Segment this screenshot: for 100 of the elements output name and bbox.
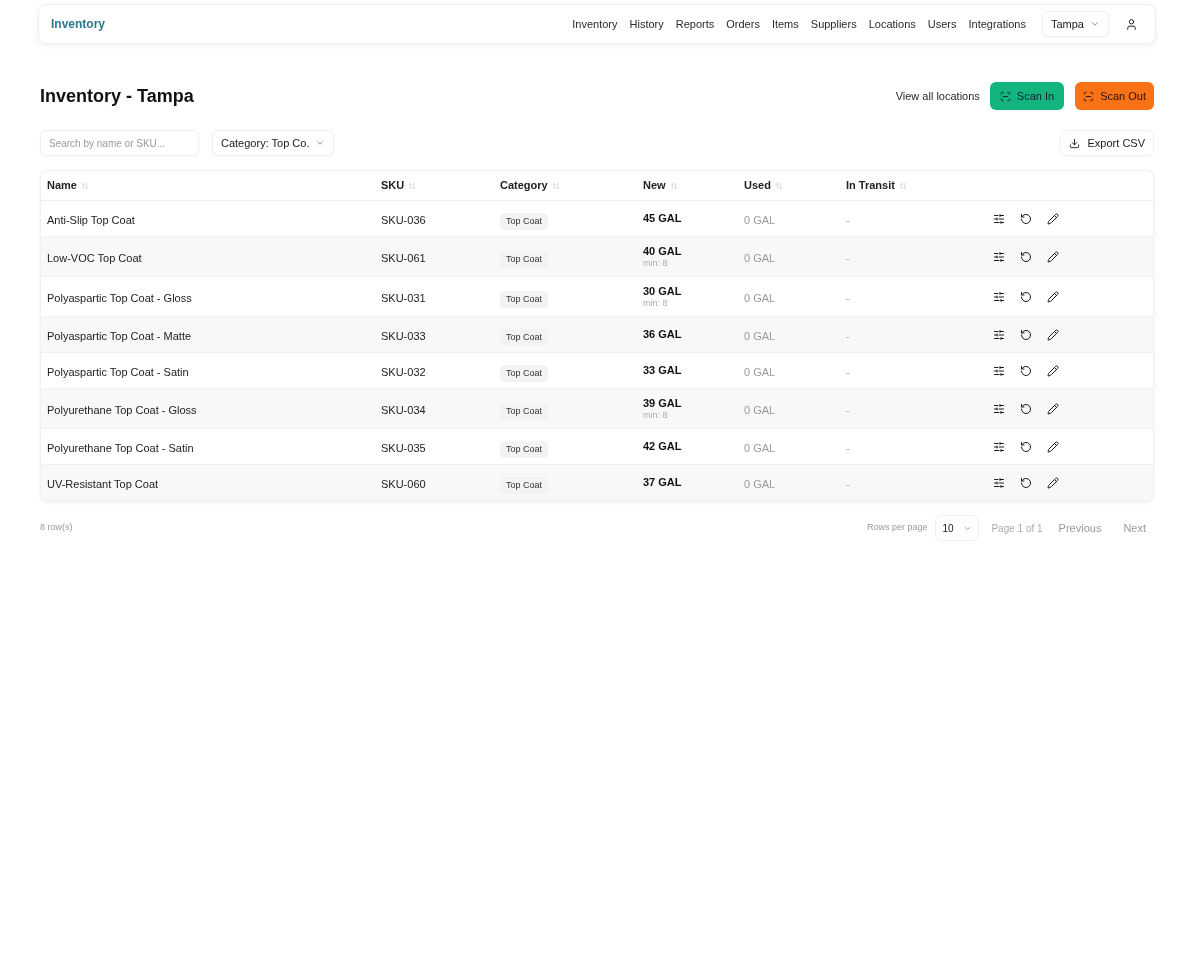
used-quantity-cell: 0 GAL [744, 441, 776, 454]
chevron-down-icon [315, 138, 326, 148]
rotate-icon [1019, 476, 1032, 489]
column-header[interactable]: Category [500, 177, 548, 194]
in-transit-cell: - [846, 329, 850, 342]
nav-link[interactable]: Integrations [968, 15, 1026, 33]
location-select[interactable]: Tampa [1041, 11, 1109, 37]
edit-button[interactable] [1046, 290, 1059, 303]
rotate-icon [1019, 328, 1032, 341]
sku-cell: SKU-036 [381, 213, 426, 226]
minimum-quantity-text: min: 8 [643, 257, 668, 269]
new-quantity-cell: 39 GAL [643, 396, 682, 410]
nav-link[interactable]: Reports [675, 15, 715, 33]
item-name-cell: UV-Resistant Top Coat [47, 477, 159, 490]
used-quantity-cell: 0 GAL [744, 213, 776, 226]
category-filter-select[interactable]: Category: Top Co. [212, 130, 335, 156]
nav-link[interactable]: History [629, 15, 664, 33]
category-badge: Top Coat [500, 212, 549, 230]
pencil-icon [1046, 290, 1059, 303]
new-quantity-cell: 45 GAL [643, 212, 682, 225]
sliders-icon [992, 212, 1005, 225]
reset-button[interactable] [1019, 212, 1032, 225]
category-badge: Top Coat [500, 402, 549, 420]
nav-link[interactable]: Inventory [572, 15, 618, 33]
adjust-button[interactable] [992, 476, 1005, 489]
nav-link[interactable]: Suppliers [810, 15, 857, 33]
adjust-button[interactable] [992, 290, 1005, 303]
in-transit-cell: - [846, 441, 850, 454]
reset-button[interactable] [1019, 290, 1032, 303]
column-header[interactable]: Used [744, 177, 771, 194]
column-header[interactable]: Name [47, 177, 77, 194]
scan-icon [999, 90, 1011, 102]
used-quantity-cell: 0 GAL [744, 291, 776, 304]
reset-button[interactable] [1019, 364, 1032, 377]
minimum-quantity-text: min: 8 [643, 297, 668, 309]
adjust-button[interactable] [992, 402, 1005, 415]
export-csv-button[interactable]: Export CSV [1059, 130, 1154, 156]
item-name-cell: Polyaspartic Top Coat - Satin [47, 365, 189, 378]
item-name-cell: Anti-Slip Top Coat [47, 213, 135, 226]
scan-icon [1083, 90, 1095, 102]
used-quantity-cell: 0 GAL [744, 477, 776, 490]
new-quantity-cell: 42 GAL [643, 440, 682, 453]
category-badge: Top Coat [500, 364, 549, 382]
nav-link[interactable]: Orders [726, 15, 760, 33]
search-field[interactable]: Search by name or SKU... [40, 130, 199, 156]
reset-button[interactable] [1019, 440, 1032, 453]
nav-link[interactable]: Users [927, 15, 957, 33]
edit-button[interactable] [1046, 364, 1059, 377]
scan-in-button[interactable]: Scan In [989, 82, 1065, 110]
adjust-button[interactable] [992, 328, 1005, 341]
category-badge: Top Coat [500, 440, 549, 458]
edit-button[interactable] [1046, 476, 1059, 489]
new-quantity-cell: 40 GAL [643, 244, 682, 258]
nav-link[interactable]: Items [771, 15, 799, 33]
rotate-icon [1019, 250, 1032, 263]
rotate-icon [1019, 402, 1032, 415]
in-transit-cell: - [846, 291, 850, 304]
pencil-icon [1046, 250, 1059, 263]
adjust-button[interactable] [992, 364, 1005, 377]
edit-button[interactable] [1046, 402, 1059, 415]
category-badge: Top Coat [500, 250, 549, 268]
sku-cell: SKU-033 [381, 329, 426, 342]
in-transit-cell: - [846, 251, 850, 264]
column-header[interactable]: SKU [381, 177, 405, 194]
edit-button[interactable] [1046, 328, 1059, 341]
in-transit-cell: - [846, 365, 850, 378]
rows-per-page-select[interactable]: 10 [935, 515, 980, 541]
app-logo-text[interactable]: Inventory [51, 15, 105, 33]
item-name-cell: Polyaspartic Top Coat - Matte [47, 329, 192, 342]
adjust-button[interactable] [992, 440, 1005, 453]
item-name-cell: Polyurethane Top Coat - Satin [47, 441, 194, 454]
new-quantity-cell: 33 GAL [643, 364, 682, 377]
reset-button[interactable] [1019, 250, 1032, 263]
column-header[interactable]: New [643, 177, 666, 194]
nav-link[interactable]: Locations [868, 15, 916, 33]
sku-cell: SKU-032 [381, 365, 426, 378]
pencil-icon [1046, 440, 1059, 453]
chevron-down-icon [1090, 19, 1100, 29]
used-quantity-cell: 0 GAL [744, 329, 776, 342]
reset-button[interactable] [1019, 476, 1032, 489]
reset-button[interactable] [1019, 328, 1032, 341]
sliders-icon [992, 290, 1005, 303]
new-quantity-cell: 36 GAL [643, 328, 682, 341]
edit-button[interactable] [1046, 440, 1059, 453]
category-badge: Top Coat [500, 476, 549, 494]
sliders-icon [992, 328, 1005, 341]
reset-button[interactable] [1019, 402, 1032, 415]
sku-cell: SKU-060 [381, 477, 426, 490]
view-all-locations-link[interactable]: View all locations [895, 87, 980, 105]
sliders-icon [992, 402, 1005, 415]
scan-out-button[interactable]: Scan Out [1075, 82, 1154, 110]
used-quantity-cell: 0 GAL [744, 365, 776, 378]
used-quantity-cell: 0 GAL [744, 403, 776, 416]
column-header[interactable]: In Transit [846, 177, 895, 194]
edit-button[interactable] [1046, 212, 1059, 225]
adjust-button[interactable] [992, 250, 1005, 263]
used-quantity-cell: 0 GAL [744, 251, 776, 264]
category-badge: Top Coat [500, 290, 549, 308]
adjust-button[interactable] [992, 212, 1005, 225]
edit-button[interactable] [1046, 250, 1059, 263]
